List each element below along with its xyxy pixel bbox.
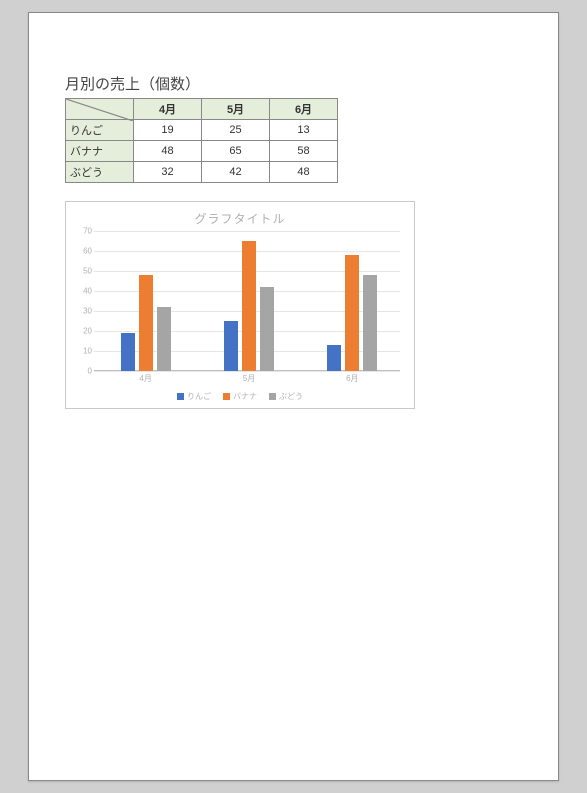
table-corner-cell: [66, 99, 134, 120]
legend-label: バナナ: [233, 391, 257, 402]
chart-frame: グラフタイトル 010203040506070 4月5月6月 りんごバナナぶどう: [65, 201, 415, 409]
table-col-head: 5月: [202, 99, 270, 120]
table-row-head: りんご: [66, 120, 134, 141]
chart-legend-item: ぶどう: [269, 391, 303, 402]
chart-bar: [157, 307, 171, 371]
chart-x-tick: 4月: [139, 373, 151, 384]
table-col-head: 4月: [134, 99, 202, 120]
chart-y-tick: 40: [76, 287, 92, 296]
chart-bar: [327, 345, 341, 371]
chart-bar: [121, 333, 135, 371]
data-table: 4月 5月 6月 りんご 19 25 13 バナナ 48 65 58 ぶどう 3…: [65, 98, 338, 183]
chart-legend-item: バナナ: [223, 391, 257, 402]
table-row: ぶどう 32 42 48: [66, 162, 338, 183]
chart-bar: [224, 321, 238, 371]
table-row-head: バナナ: [66, 141, 134, 162]
table-cell: 65: [202, 141, 270, 162]
chart-plot-area: 010203040506070: [94, 231, 400, 371]
chart-y-tick: 10: [76, 347, 92, 356]
chart-bar: [363, 275, 377, 371]
chart-x-tick: 6月: [346, 373, 358, 384]
table-cell: 48: [270, 162, 338, 183]
chart-y-tick: 0: [76, 367, 92, 376]
table-cell: 48: [134, 141, 202, 162]
chart-x-axis: 4月 5月 6月: [94, 371, 400, 385]
table-cell: 42: [202, 162, 270, 183]
chart-y-tick: 60: [76, 247, 92, 256]
table-cell: 58: [270, 141, 338, 162]
chart-bar-group: [327, 255, 377, 371]
chart-legend: りんご バナナ ぶどう: [76, 391, 404, 402]
chart-title: グラフタイトル: [76, 210, 404, 227]
table-row: りんご 19 25 13: [66, 120, 338, 141]
table-cell: 32: [134, 162, 202, 183]
legend-swatch-icon: [223, 393, 230, 400]
legend-label: ぶどう: [279, 391, 303, 402]
chart-bar: [345, 255, 359, 371]
table-cell: 13: [270, 120, 338, 141]
chart-bar: [139, 275, 153, 371]
chart-bar: [260, 287, 274, 371]
legend-label: りんご: [187, 391, 211, 402]
chart-bar-group: [121, 275, 171, 371]
table-row-head: ぶどう: [66, 162, 134, 183]
document-page: 月別の売上（個数） 4月 5月 6月 りんご 19 25 13 バナナ 48 6…: [28, 12, 559, 781]
table-col-head: 6月: [270, 99, 338, 120]
chart-y-tick: 50: [76, 267, 92, 276]
legend-swatch-icon: [177, 393, 184, 400]
table-row: バナナ 48 65 58: [66, 141, 338, 162]
chart-gridline: [94, 231, 400, 232]
chart-y-tick: 20: [76, 327, 92, 336]
table-title: 月別の売上（個数）: [65, 73, 528, 94]
table-cell: 25: [202, 120, 270, 141]
chart-x-tick: 5月: [243, 373, 255, 384]
table-cell: 19: [134, 120, 202, 141]
legend-swatch-icon: [269, 393, 276, 400]
chart-legend-item: りんご: [177, 391, 211, 402]
chart-bar-group: [224, 241, 274, 371]
chart-y-tick: 70: [76, 227, 92, 236]
chart-y-tick: 30: [76, 307, 92, 316]
chart-bar: [242, 241, 256, 371]
